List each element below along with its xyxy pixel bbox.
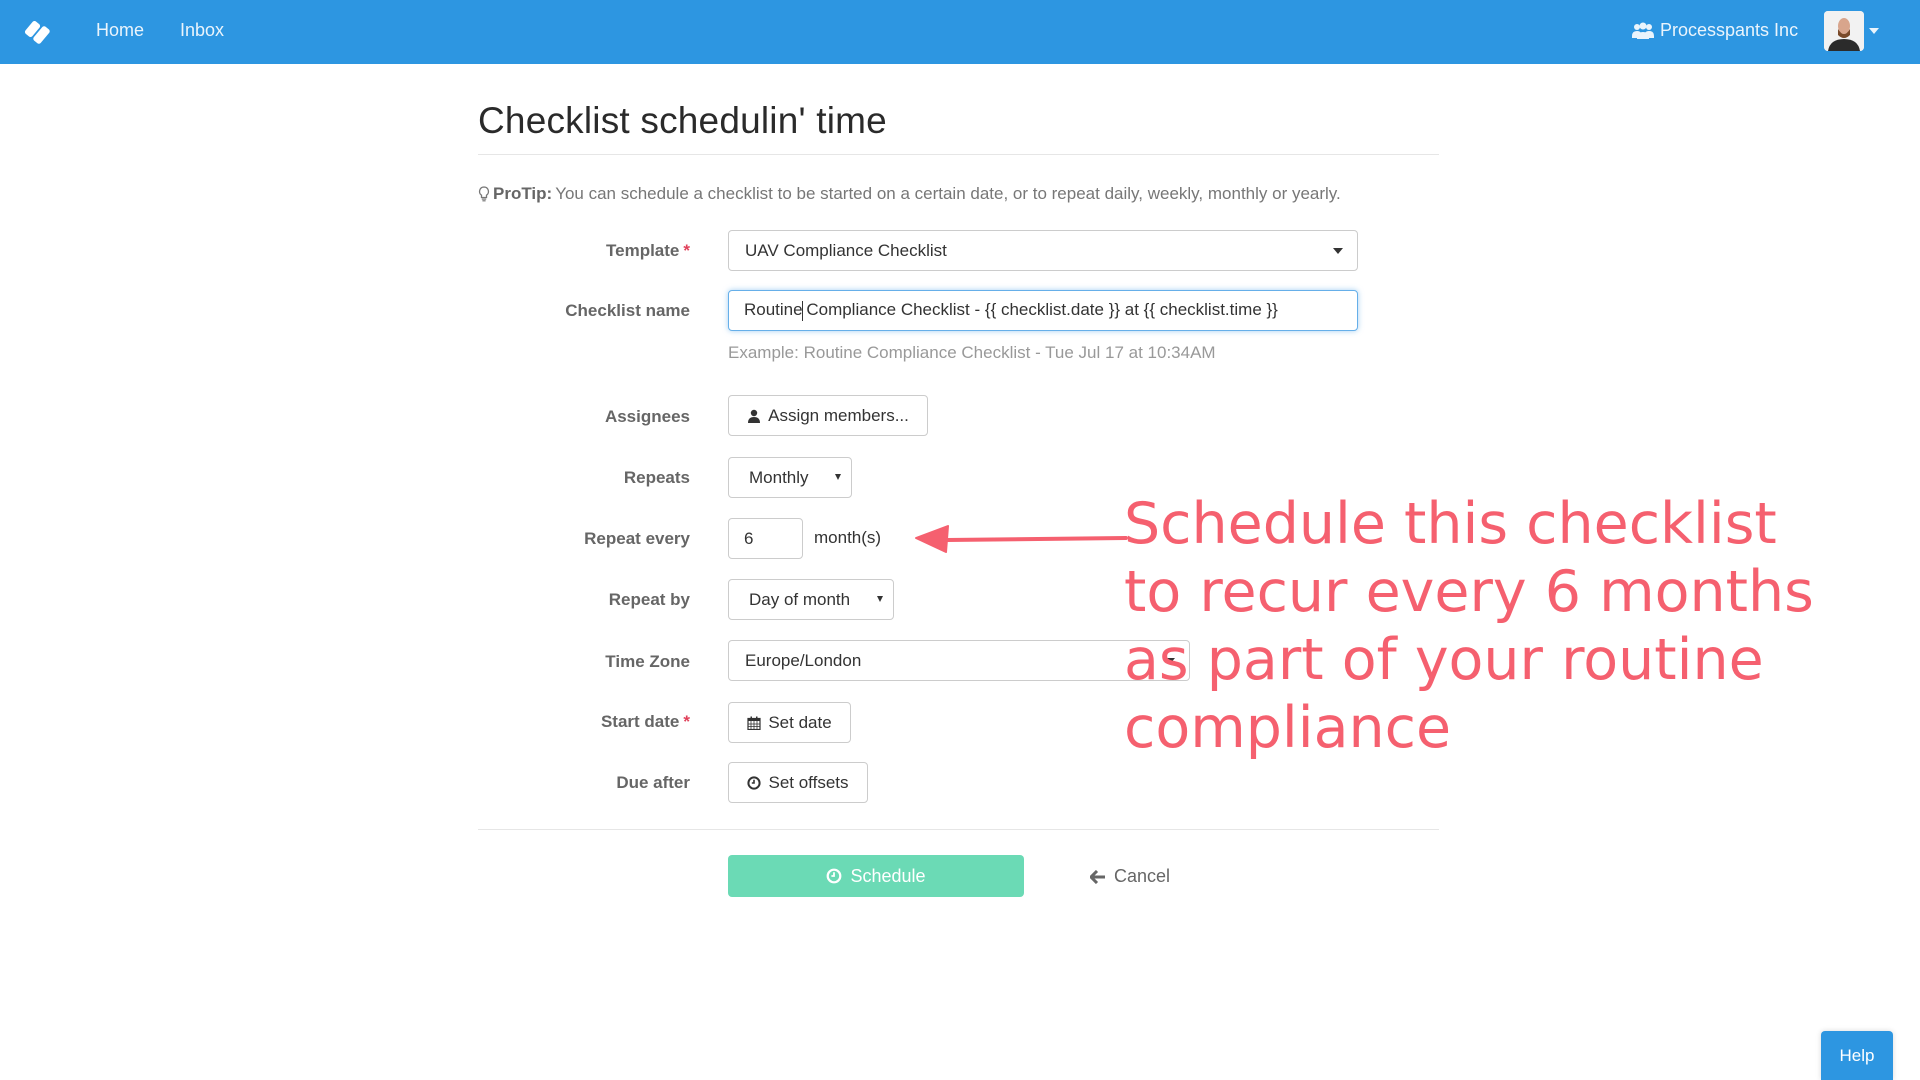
cancel-button[interactable]: Cancel [1090,866,1170,887]
repeat-every-unit: month(s) [814,528,882,547]
user-avatar[interactable] [1824,11,1864,51]
avatar-image [1824,11,1864,51]
template-value: UAV Compliance Checklist [745,240,947,260]
annotation-line: as part of your routine [1124,627,1764,693]
set-offsets-label: Set offsets [768,772,849,792]
set-date-button[interactable]: Set date [728,702,851,743]
checklist-name-example: Example: Routine Compliance Checklist - … [728,343,1216,362]
user-icon [748,409,761,423]
organization-menu[interactable]: Processpants Inc [1632,20,1798,41]
repeat-by-select[interactable]: Day of month [728,579,894,620]
protip-label: ProTip: [493,184,553,203]
time-zone-select[interactable]: Europe/London [728,640,1190,681]
help-button[interactable]: Help [1821,1031,1893,1080]
top-navbar: Home Inbox Processpants Inc [0,0,1920,64]
annotation-callout: Schedule this checklist to recur every 6… [1124,490,1824,762]
repeat-every-value: 6 [744,528,754,548]
assign-members-button[interactable]: Assign members... [728,395,928,436]
repeat-every-label: Repeat every [584,529,690,548]
schedule-label: Schedule [850,865,926,886]
caret-down-icon[interactable] [1869,28,1879,34]
calendar-icon [747,716,761,730]
checklist-name-value: Routine Compliance Checklist - {{ checkl… [744,300,1278,321]
caret-down-icon [1333,248,1343,254]
title-divider [478,154,1439,155]
template-label: Template * [606,241,690,260]
process-street-logo-icon[interactable] [22,15,54,47]
clock-icon [827,868,842,884]
repeats-value: Monthly [749,467,809,487]
protip-text: You can schedule a checklist to be start… [555,184,1341,203]
schedule-button[interactable]: Schedule [728,855,1024,897]
caret-down-icon [877,596,883,602]
due-after-label: Due after [616,773,690,792]
nav-home-link[interactable]: Home [96,20,144,41]
lightbulb-icon [478,186,490,202]
annotation-line: compliance [1124,695,1452,761]
protip: ProTip: You can schedule a checklist to … [478,184,1341,204]
assignees-label: Assignees [604,407,690,426]
time-zone-label: Time Zone [605,652,690,671]
set-offsets-button[interactable]: Set offsets [728,762,868,803]
repeats-select[interactable]: Monthly [728,457,852,498]
organization-name: Processpants Inc [1660,20,1799,40]
start-date-label: Start date * [600,712,690,731]
clock-icon [747,775,762,790]
checklist-name-label: Checklist name [565,301,690,320]
time-zone-value: Europe/London [745,650,862,670]
assign-members-label: Assign members... [768,405,909,425]
page-title: Checklist schedulin' time [478,100,887,141]
repeat-by-value: Day of month [749,589,851,609]
nav-inbox-link[interactable]: Inbox [180,20,224,41]
template-select[interactable]: UAV Compliance Checklist [728,230,1358,271]
form-divider [478,829,1439,830]
annotation-arrow-icon [915,525,1128,553]
cancel-label: Cancel [1114,866,1171,886]
annotation-line: Schedule this checklist [1124,491,1777,557]
repeat-by-label: Repeat by [608,590,690,609]
checklist-name-input[interactable]: Routine Compliance Checklist - {{ checkl… [728,290,1358,331]
caret-down-icon [835,474,841,480]
users-icon [1632,22,1654,39]
set-date-label: Set date [768,712,832,732]
arrow-left-icon [1090,869,1105,884]
repeats-label: Repeats [623,468,690,487]
annotation-line: to recur every 6 months [1124,559,1814,625]
repeat-every-input[interactable]: 6 [728,518,803,559]
